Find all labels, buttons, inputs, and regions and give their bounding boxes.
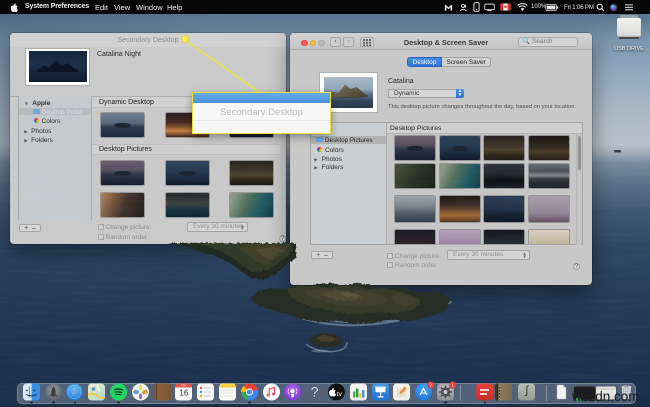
svg-text:tv: tv	[337, 391, 343, 398]
